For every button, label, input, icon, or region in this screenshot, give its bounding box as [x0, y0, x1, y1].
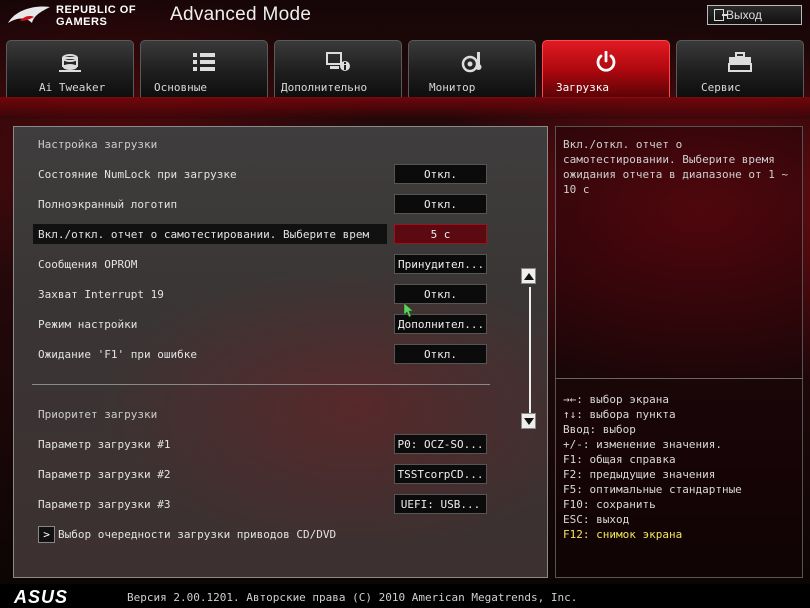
settings-panel: Настройка загрузки Состояние NumLock при…	[13, 126, 548, 578]
submenu-cd-dvd-priority[interactable]: Выбор очередности загрузки приводов CD/D…	[58, 528, 336, 541]
setting-f1-wait-value[interactable]: Откл.	[394, 344, 487, 364]
setting-interrupt19-value[interactable]: Откл.	[394, 284, 487, 304]
setting-fullscreen-logo-label[interactable]: Полноэкранный логотип	[38, 198, 177, 211]
setting-oprom-label[interactable]: Сообщения OPROM	[38, 258, 137, 271]
scroll-up-button[interactable]	[521, 268, 536, 284]
help-divider	[555, 378, 803, 379]
setting-numlock-value[interactable]: Откл.	[394, 164, 487, 184]
help-description: Вкл./откл. отчет о самотестировании. Выб…	[563, 138, 789, 196]
tab-label: Ai Tweaker	[39, 81, 106, 94]
tab-label: Загрузка	[556, 81, 609, 94]
key-hint-screen: →←: выбор экрана	[563, 393, 669, 406]
section-divider	[32, 384, 490, 385]
scrollbar-track[interactable]	[529, 287, 531, 413]
scroll-up-arrow-icon	[523, 272, 534, 280]
tab-monitor[interactable]: Монитор	[408, 40, 536, 98]
toolbox-icon	[728, 52, 752, 72]
setting-post-report-label[interactable]: Вкл./откл. отчет о самотестировании. Выб…	[38, 228, 369, 241]
page-title: Advanced Mode	[170, 4, 312, 25]
brand-line2: GAMERS	[56, 16, 108, 28]
key-hint-f10: F10: сохранить	[563, 498, 656, 511]
tab-label: Сервис	[701, 81, 741, 94]
setting-fullscreen-logo-value[interactable]: Откл.	[394, 194, 487, 214]
setting-boot-option1-label[interactable]: Параметр загрузки #1	[38, 438, 170, 451]
key-hint-f2: F2: предыдущие значения	[563, 468, 716, 481]
key-hint-f5: F5: оптимальные стандартные	[563, 483, 742, 496]
setting-boot-option2-value[interactable]: TSSTcorpCD...	[394, 464, 487, 484]
section-title-boot-config: Настройка загрузки	[38, 138, 158, 151]
key-hint-f1: F1: общая справка	[563, 453, 676, 466]
ai-tweaker-icon	[59, 54, 81, 72]
exit-door-icon	[714, 9, 727, 21]
setting-setup-mode-value[interactable]: Дополнител...	[394, 314, 487, 334]
rog-brand-text: REPUBLIC OF GAMERS	[56, 4, 136, 28]
setting-post-report-value[interactable]: 5 с	[394, 224, 487, 244]
exit-label: Выход	[726, 8, 762, 22]
monitor-thermometer-icon	[461, 52, 482, 73]
list-icon	[193, 53, 215, 71]
setting-f1-wait-label[interactable]: Ожидание 'F1' при ошибке	[38, 348, 197, 361]
tab-advanced[interactable]: Дополнительно	[274, 40, 402, 98]
footer: ASUS Версия 2.00.1201. Авторские права (…	[0, 584, 810, 608]
tab-label: Основные	[154, 81, 207, 94]
setting-interrupt19-label[interactable]: Захват Interrupt 19	[38, 288, 164, 301]
tab-underline-band	[0, 97, 810, 119]
scroll-down-button[interactable]	[521, 413, 536, 429]
tab-main[interactable]: Основные	[140, 40, 268, 98]
submenu-arrow-icon[interactable]: >	[38, 526, 55, 543]
setting-oprom-value[interactable]: Принудител...	[394, 254, 487, 274]
tab-ai-tweaker[interactable]: Ai Tweaker	[6, 40, 134, 98]
setting-boot-option3-value[interactable]: UEFI: USB...	[394, 494, 487, 514]
tab-label: Монитор	[429, 81, 476, 94]
tab-tool[interactable]: Сервис	[676, 40, 804, 98]
exit-button[interactable]: Выход	[707, 5, 802, 25]
key-hint-f12: F12: снимок экрана	[563, 528, 683, 541]
setting-numlock-label[interactable]: Состояние NumLock при загрузке	[38, 168, 237, 181]
key-hint-esc: ESC: выход	[563, 513, 630, 526]
setting-boot-option3-label[interactable]: Параметр загрузки #3	[38, 498, 170, 511]
key-hint-item: ↑↓: выбора пункта	[563, 408, 676, 421]
section-title-boot-priority: Приоритет загрузки	[38, 408, 158, 421]
setting-boot-option1-value[interactable]: P0: OCZ-SO...	[394, 434, 487, 454]
advanced-info-icon	[326, 52, 350, 71]
tab-boot[interactable]: Загрузка	[542, 40, 670, 98]
rog-eye-logo-icon	[8, 6, 50, 23]
key-hint-enter: Ввод: выбор	[563, 423, 636, 436]
header: REPUBLIC OF GAMERS Advanced Mode Выход	[0, 0, 810, 34]
mouse-cursor-icon	[404, 303, 414, 317]
copyright-text: Версия 2.00.1201. Авторские права (C) 20…	[127, 591, 578, 604]
setting-setup-mode-label[interactable]: Режим настройки	[38, 318, 137, 331]
setting-boot-option2-label[interactable]: Параметр загрузки #2	[38, 468, 170, 481]
scroll-down-arrow-icon	[523, 417, 534, 425]
brand-line1: REPUBLIC OF	[56, 4, 137, 16]
asus-logo: ASUS	[14, 587, 69, 607]
power-icon	[596, 51, 616, 72]
key-hint-change-value: +/-: изменение значения.	[563, 438, 722, 451]
tab-label: Дополнительно	[281, 81, 368, 94]
tab-bar: Ai Tweaker Основные Дополнительно Монито…	[6, 40, 806, 98]
